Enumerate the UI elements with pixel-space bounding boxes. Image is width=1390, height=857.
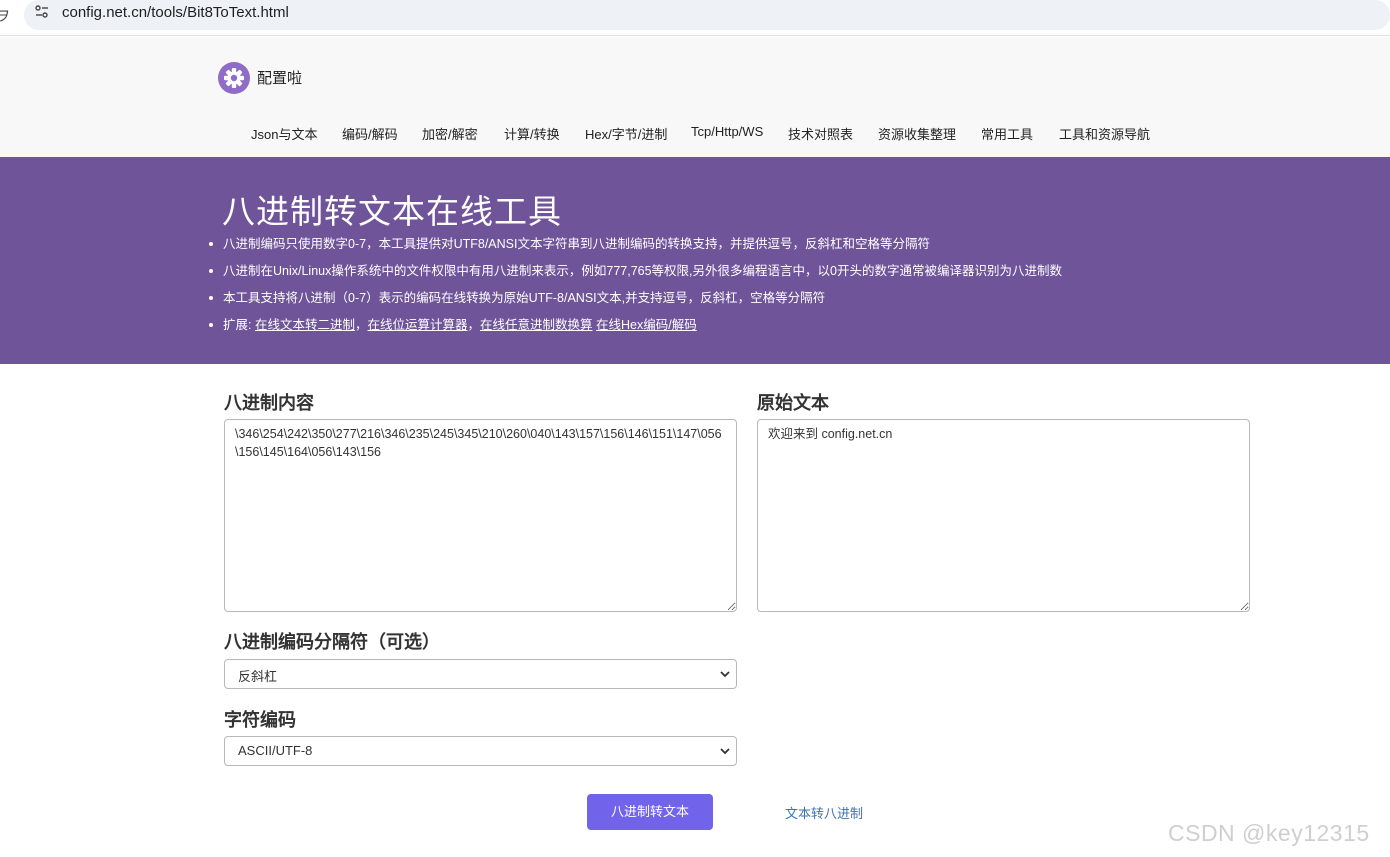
- site-settings-icon[interactable]: [34, 4, 50, 20]
- extend-prefix: 扩展:: [223, 318, 255, 332]
- chevron-down-icon: [720, 671, 730, 678]
- nav-item-encode[interactable]: 编码/解码: [342, 124, 398, 143]
- separator-selected: 反斜杠: [238, 669, 278, 684]
- nav-item-navigation[interactable]: 工具和资源导航: [1059, 124, 1150, 143]
- link-base-conversion[interactable]: 在线任意进制数换算: [480, 318, 593, 332]
- feature-item: 八进制在Unix/Linux操作系统中的文件权限中有用八进制来表示，例如777,…: [208, 262, 1062, 289]
- link-separator: ，: [467, 318, 481, 332]
- nav-item-tools[interactable]: 常用工具: [981, 124, 1033, 143]
- text-to-octal-link[interactable]: 文本转八进制: [785, 803, 863, 822]
- octal-input[interactable]: \346\254\242\350\277\216\346\235\245\345…: [224, 419, 737, 612]
- page-title: 八进制转文本在线工具: [222, 193, 562, 230]
- link-separator: ，: [354, 318, 368, 332]
- main-nav: Json与文本 编码/解码 加密/解密 计算/转换 Hex/字节/进制 Tcp/…: [0, 124, 1390, 144]
- separator-label: 八进制编码分隔符（可选）: [224, 632, 440, 652]
- encoding-label: 字符编码: [224, 710, 296, 730]
- link-bitwise-calculator[interactable]: 在线位运算计算器: [367, 318, 467, 332]
- chevron-down-icon: [720, 748, 730, 755]
- encoding-selected: ASCII/UTF-8: [238, 743, 313, 758]
- site-header: 配置啦 Json与文本 编码/解码 加密/解密 计算/转换 Hex/字节/进制 …: [0, 37, 1390, 157]
- separator-select[interactable]: 反斜杠: [224, 659, 737, 689]
- watermark: CSDN @key12315: [1168, 820, 1370, 846]
- site-logo-icon[interactable]: [218, 62, 250, 94]
- text-output[interactable]: 欢迎来到 config.net.cn: [757, 419, 1250, 612]
- nav-item-crypto[interactable]: 加密/解密: [422, 124, 478, 143]
- address-url[interactable]: config.net.cn/tools/Bit8ToText.html: [62, 4, 289, 21]
- octal-to-text-button[interactable]: 八进制转文本: [587, 794, 713, 830]
- nav-item-tcp[interactable]: Tcp/Http/WS: [691, 124, 763, 139]
- feature-item: 八进制编码只使用数字0-7，本工具提供对UTF8/ANSI文本字符串到八进制编码…: [208, 235, 1062, 262]
- octal-content-label: 八进制内容: [224, 393, 314, 413]
- browser-address-bar: ヲ config.net.cn/tools/Bit8ToText.html: [0, 0, 1390, 36]
- nav-item-json[interactable]: Json与文本: [251, 124, 317, 143]
- nav-item-compute[interactable]: 计算/转换: [504, 124, 560, 143]
- original-text-label: 原始文本: [757, 393, 829, 413]
- encoding-select[interactable]: ASCII/UTF-8: [224, 736, 737, 766]
- hero-banner: 八进制转文本在线工具 八进制编码只使用数字0-7，本工具提供对UTF8/ANSI…: [0, 157, 1390, 364]
- reload-icon[interactable]: ヲ: [0, 6, 10, 26]
- nav-item-tech-ref[interactable]: 技术对照表: [788, 124, 853, 143]
- site-name[interactable]: 配置啦: [257, 67, 302, 88]
- link-text-to-binary[interactable]: 在线文本转二进制: [255, 318, 355, 332]
- feature-list: 八进制编码只使用数字0-7，本工具提供对UTF8/ANSI文本字符串到八进制编码…: [208, 235, 1062, 343]
- link-hex-encode[interactable]: 在线Hex编码/解码: [596, 318, 697, 332]
- extend-links-item: 扩展: 在线文本转二进制，在线位运算计算器，在线任意进制数换算 在线Hex编码/…: [208, 316, 1062, 343]
- nav-item-hex[interactable]: Hex/字节/进制: [585, 124, 667, 143]
- feature-item: 本工具支持将八进制（0-7）表示的编码在线转换为原始UTF-8/ANSI文本,并…: [208, 289, 1062, 316]
- nav-item-resources[interactable]: 资源收集整理: [878, 124, 956, 143]
